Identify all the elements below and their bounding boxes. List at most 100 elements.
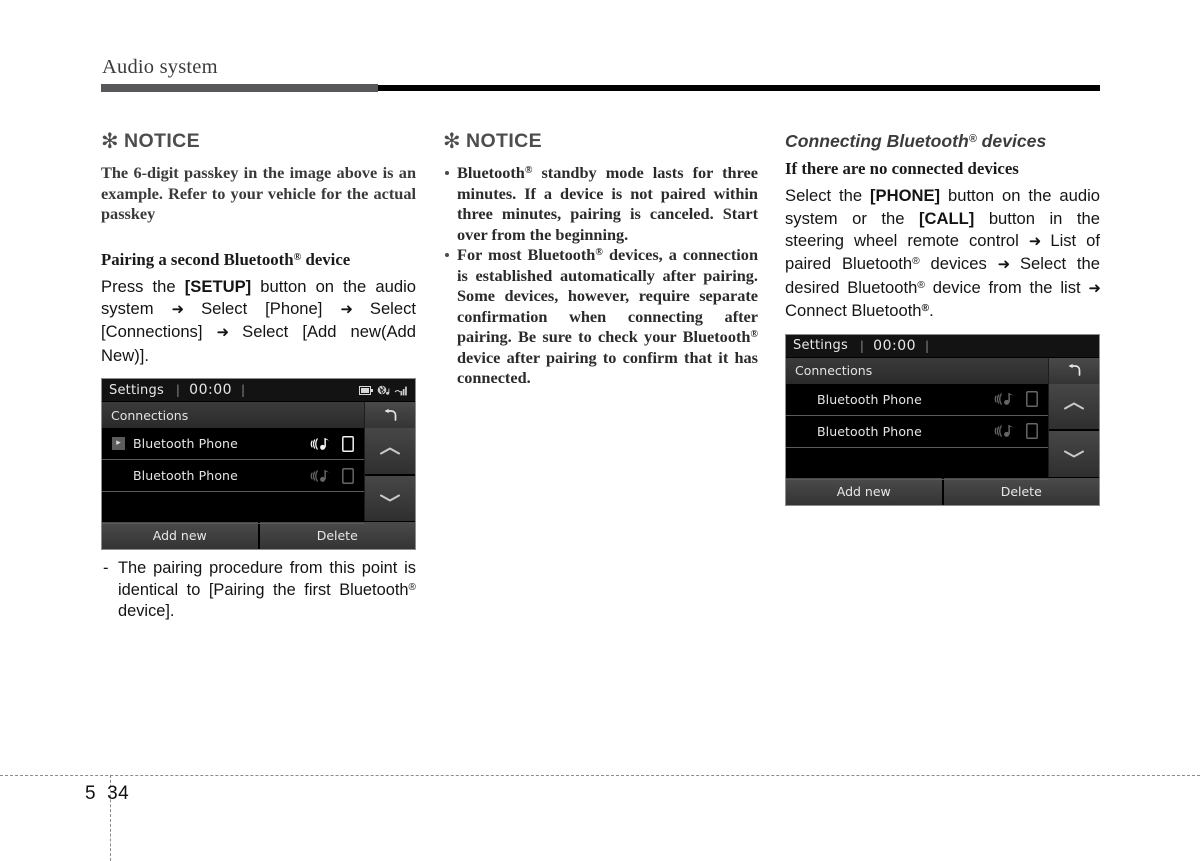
lcd2-row-1[interactable]: Bluetooth Phone bbox=[786, 384, 1048, 416]
lcd1-status-title: Settings bbox=[109, 382, 164, 398]
lcd2-add-new-button[interactable]: Add new bbox=[786, 477, 942, 505]
lcd1-row-2-icons bbox=[310, 467, 358, 484]
lcd1-scroll-up-button[interactable] bbox=[365, 428, 415, 474]
lcd1-row-1-label: Bluetooth Phone bbox=[133, 436, 238, 452]
subheading-text-b: device bbox=[301, 249, 351, 269]
content-columns: ✻ NOTICE The 6-digit passkey in the image… bbox=[101, 131, 1101, 623]
lcd1-row-2[interactable]: Bluetooth Phone bbox=[102, 460, 364, 493]
notice-heading-2: ✻ NOTICE bbox=[443, 131, 758, 152]
section-heading-text: Connecting Bluetooth bbox=[785, 131, 969, 151]
lcd2-body: Bluetooth Phone Bluetooth Phone bbox=[786, 383, 1099, 480]
registered-mark: ® bbox=[912, 256, 920, 268]
notice-bullet-2: For most Bluetooth® devices, a connectio… bbox=[443, 245, 758, 389]
para-seg-3: Select [Phone] bbox=[183, 298, 341, 318]
lcd1-status-bar: Settings | 00:00 | bbox=[102, 379, 415, 402]
signal-icon bbox=[394, 386, 407, 396]
bullet-2-seg-a: For most Bluetooth bbox=[457, 245, 596, 264]
lcd1-status-icons bbox=[359, 385, 408, 396]
arrow-icon: ➜ bbox=[1028, 233, 1042, 251]
lcd2-device-list: Bluetooth Phone Bluetooth Phone bbox=[786, 383, 1048, 480]
lcd2-subbar: Connections bbox=[786, 356, 1099, 384]
lcd1-row-1[interactable]: ▸ Bluetooth Phone bbox=[102, 428, 364, 461]
section-heading-connecting-devices: Connecting Bluetooth® devices bbox=[785, 131, 1100, 151]
arrow-icon: ➜ bbox=[171, 300, 185, 318]
para-bold-setup: [SETUP] bbox=[184, 276, 252, 296]
para3-seg-8: Connect Bluetooth bbox=[785, 301, 922, 321]
para3-bold-call: [CALL] bbox=[918, 208, 975, 228]
lcd2-scrollbar[interactable] bbox=[1048, 383, 1099, 477]
mobile-phone-icon bbox=[1026, 391, 1038, 408]
registered-mark: ® bbox=[917, 279, 925, 291]
lcd1-add-new-button[interactable]: Add new bbox=[102, 522, 258, 550]
registered-mark: ® bbox=[408, 581, 416, 593]
crop-mark-horizontal bbox=[0, 775, 1200, 776]
header-rule bbox=[101, 83, 1100, 92]
lcd2-clock: 00:00 bbox=[873, 337, 917, 354]
column-middle: ✻ NOTICE Bluetooth® standby mode lasts fo… bbox=[443, 131, 758, 623]
arrow-icon: ➜ bbox=[340, 300, 353, 318]
back-arrow-icon bbox=[384, 408, 396, 421]
battery-icon bbox=[359, 385, 373, 395]
asterisk-icon: ✻ bbox=[443, 130, 461, 153]
lcd2-footer: Add new Delete bbox=[786, 476, 1099, 505]
para3-bold-phone: [PHONE] bbox=[870, 186, 941, 206]
chevron-up-icon bbox=[380, 447, 400, 455]
lcd1-subbar: Connections bbox=[102, 401, 415, 429]
lcd2-row-1-label: Bluetooth Phone bbox=[817, 391, 922, 407]
back-arrow-icon bbox=[1068, 363, 1080, 377]
bullet-2-seg-c: device after pairing to confirm that it … bbox=[457, 347, 758, 388]
lcd1-footer: Add new Delete bbox=[102, 521, 415, 550]
notice-body-1: The 6-digit passkey in the image above i… bbox=[101, 163, 416, 223]
lcd1-scrollbar[interactable] bbox=[364, 428, 415, 522]
arrow-icon: ➜ bbox=[997, 256, 1011, 274]
lcd2-row-2[interactable]: Bluetooth Phone bbox=[786, 416, 1048, 448]
lcd1-row-3[interactable] bbox=[102, 492, 364, 525]
notice-bullet-1: Bluetooth® standby mode lasts for three … bbox=[443, 163, 758, 245]
asterisk-icon: ✻ bbox=[101, 130, 119, 153]
notice-heading-1: ✻ NOTICE bbox=[101, 131, 416, 152]
lcd2-back-button[interactable] bbox=[1048, 357, 1099, 384]
lcd1-row-1-icons bbox=[310, 435, 358, 452]
mobile-phone-icon bbox=[342, 467, 354, 484]
para3-seg-7: device from the list bbox=[924, 277, 1089, 297]
lcd2-delete-button[interactable]: Delete bbox=[941, 477, 1099, 505]
lcd2-row-2-icons bbox=[994, 423, 1042, 440]
note-text-end: device]. bbox=[118, 602, 175, 621]
para-seg-1: Press the bbox=[101, 276, 185, 296]
lcd1-delete-button[interactable]: Delete bbox=[257, 522, 415, 550]
column-right: Connecting Bluetooth® devices If there a… bbox=[785, 131, 1101, 623]
lcd1-scroll-down-button[interactable] bbox=[365, 473, 415, 522]
mobile-phone-icon bbox=[1026, 423, 1038, 440]
lcd1-back-button[interactable] bbox=[364, 402, 415, 429]
notice-bullet-list: Bluetooth® standby mode lasts for three … bbox=[443, 163, 758, 389]
page-header: Audio system bbox=[101, 56, 1100, 92]
lcd2-row-3[interactable] bbox=[786, 448, 1048, 480]
column-left: ✻ NOTICE The 6-digit passkey in the image… bbox=[101, 131, 416, 623]
section-heading-text-end: devices bbox=[976, 131, 1047, 151]
lcd2-subbar-label: Connections bbox=[786, 357, 1048, 384]
bluetooth-audio-icon bbox=[310, 469, 329, 482]
registered-mark: ® bbox=[595, 247, 603, 259]
lcd2-scroll-up-button[interactable] bbox=[1049, 383, 1099, 430]
para3-seg-9: . bbox=[929, 301, 934, 321]
page-folio: 5 34 bbox=[85, 783, 129, 805]
registered-mark: ® bbox=[921, 303, 930, 315]
subheading-text-a: Pairing a second Bluetooth bbox=[101, 249, 294, 269]
registered-mark: ® bbox=[968, 132, 977, 145]
bluetooth-audio-icon bbox=[994, 393, 1013, 406]
note-text: The pairing procedure from this point is… bbox=[118, 559, 416, 599]
page-number: 34 bbox=[107, 783, 130, 804]
lcd1-subbar-label: Connections bbox=[102, 402, 364, 429]
lcd1-row-2-label: Bluetooth Phone bbox=[133, 468, 238, 484]
para3-seg-5: devices bbox=[919, 254, 998, 274]
lcd-screen-connections-1: Settings | 00:00 | Connections ▸ Bluetoo… bbox=[101, 378, 416, 551]
subheading-pairing-second-device: Pairing a second Bluetooth® device bbox=[101, 249, 416, 270]
paragraph-setup-steps: Press the [SETUP] button on the audio sy… bbox=[101, 276, 416, 368]
registered-mark: ® bbox=[750, 329, 758, 341]
lcd2-row-2-label: Bluetooth Phone bbox=[817, 423, 922, 439]
bullet-1-seg-a: Bluetooth bbox=[457, 163, 525, 182]
lcd2-scroll-down-button[interactable] bbox=[1049, 429, 1099, 477]
lcd2-row-1-icons bbox=[994, 391, 1042, 408]
chevron-up-icon bbox=[1064, 402, 1084, 410]
arrow-icon: ➜ bbox=[216, 324, 230, 342]
